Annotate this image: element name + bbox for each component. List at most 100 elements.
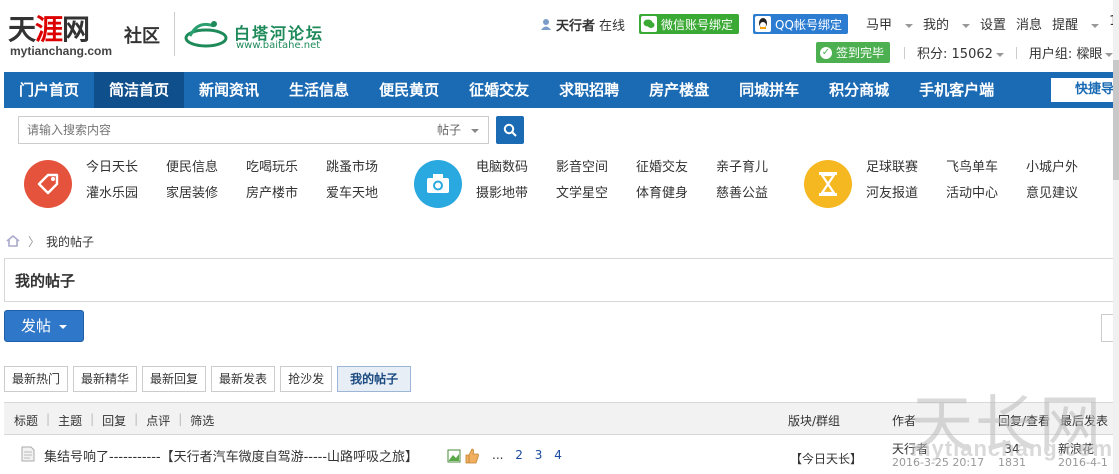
category-link[interactable]: 灌水乐园 xyxy=(86,184,166,204)
thread-title-link[interactable]: 集结号响了-----------【天行者汽车微度自驾游-----山路呼吸之旅】 xyxy=(44,446,418,465)
search-bar: 帖子 xyxy=(0,108,1119,152)
top-menu-label: 我的 xyxy=(923,18,950,33)
header-filter-reply[interactable]: 回复 xyxy=(102,412,126,429)
category-link[interactable]: 电脑数码 xyxy=(476,158,556,178)
hourglass-icon xyxy=(804,160,852,208)
page-title-box: 我的帖子 xyxy=(4,258,1119,302)
category-link[interactable]: 吃喝玩乐 xyxy=(246,158,326,178)
nav-item-dating[interactable]: 征婚交友 xyxy=(454,72,544,108)
author-link[interactable]: 天行者 xyxy=(892,442,984,456)
wechat-bind-button[interactable]: 微信账号绑定 xyxy=(639,14,740,34)
tab-latest-reply[interactable]: 最新回复 xyxy=(142,366,207,392)
nav-item-life[interactable]: 生活信息 xyxy=(274,72,364,108)
search-type-label: 帖子 xyxy=(437,123,462,137)
search-type-select[interactable]: 帖子 xyxy=(427,116,489,144)
points-label: 积分: 15062 xyxy=(917,47,993,62)
tab-my-posts[interactable]: 我的帖子 xyxy=(337,366,412,392)
chevron-down-icon xyxy=(962,23,971,28)
online-status: 在线 xyxy=(599,18,626,34)
category-link[interactable]: 家居装修 xyxy=(166,184,246,204)
top-menu-mine[interactable]: 我的 xyxy=(923,14,971,33)
chevron-down-icon xyxy=(471,128,480,133)
nav-item-news[interactable]: 新闻资讯 xyxy=(184,72,274,108)
wechat-bind-label: 微信账号绑定 xyxy=(661,17,734,32)
divider: | xyxy=(46,412,51,426)
page-link[interactable]: 3 xyxy=(535,448,543,462)
page-link[interactable]: 4 xyxy=(554,448,562,462)
site-logo[interactable]: 天涯网 社区 mytianchang.com xyxy=(8,8,168,60)
thread-author: 天行者 2016-3-25 20:17 xyxy=(892,442,984,470)
category-link[interactable]: 摄影地带 xyxy=(476,184,556,204)
category-link[interactable]: 慈善公益 xyxy=(716,184,796,204)
forum-logo[interactable]: 白塔河论坛 www.baitahe.net xyxy=(184,14,334,58)
usergroup-link[interactable]: 用户组: 樑眼 xyxy=(1029,43,1114,62)
category-link[interactable]: 小城户外 xyxy=(1026,158,1106,178)
home-icon[interactable] xyxy=(6,235,20,247)
header-filter[interactable]: 筛选 xyxy=(190,412,214,429)
nav-item-simple-home[interactable]: 简洁首页 xyxy=(94,72,185,108)
category-link[interactable]: 活动中心 xyxy=(946,184,1026,204)
nav-item-carpool[interactable]: 同城拼车 xyxy=(724,72,814,108)
nav-item-mall[interactable]: 积分商城 xyxy=(814,72,904,108)
category-link[interactable]: 亲子育儿 xyxy=(716,158,796,178)
top-menu-settings[interactable]: 设置 xyxy=(980,14,1006,33)
page-link[interactable]: 2 xyxy=(515,448,523,462)
qq-bind-button[interactable]: QQ帐号绑定 xyxy=(753,14,848,34)
category-link[interactable]: 影音空间 xyxy=(556,158,636,178)
search-input[interactable] xyxy=(18,116,428,144)
chevron-down-icon xyxy=(1091,23,1100,28)
points-link[interactable]: 积分: 15062 xyxy=(917,43,1004,62)
breadcrumb: 〉 我的帖子 xyxy=(0,230,1119,252)
filter-tabs: 最新热门 最新精华 最新回复 最新发表 抢沙发 我的帖子 xyxy=(4,366,416,392)
nav-item-mobile[interactable]: 手机客户端 xyxy=(904,72,1009,108)
category-link[interactable]: 河友报道 xyxy=(866,184,946,204)
category-links: 今日天长 便民信息 吃喝玩乐 跳蚤市场 灌水乐园 家居装修 房产楼市 爱车天地 xyxy=(86,158,406,204)
header-filter-topic[interactable]: 主题 xyxy=(58,412,82,429)
scrollbar[interactable] xyxy=(1113,0,1119,474)
category-links: 电脑数码 影音空间 征婚交友 亲子育儿 摄影地带 文学星空 体育健身 慈善公益 xyxy=(476,158,796,204)
user-icon xyxy=(541,19,551,30)
site-header: 天涯网 社区 mytianchang.com 白塔河论坛 www.baitahe… xyxy=(0,0,1119,72)
last-post-date: 2016-4-1 xyxy=(1058,456,1108,469)
qq-bind-label: QQ帐号绑定 xyxy=(775,17,842,32)
table-row: 集结号响了-----------【天行者汽车微度自驾游-----山路呼吸之旅】 … xyxy=(4,436,1119,474)
tab-latest-digest[interactable]: 最新精华 xyxy=(73,366,138,392)
tab-latest-posted[interactable]: 最新发表 xyxy=(211,366,276,392)
category-link[interactable]: 跳蚤市场 xyxy=(326,158,406,178)
header-forum: 版块/群组 xyxy=(788,414,841,428)
category-link[interactable]: 今日天长 xyxy=(86,158,166,178)
camera-icon xyxy=(414,160,462,208)
forum-logo-url: www.baitahe.net xyxy=(236,40,321,51)
quick-nav-button[interactable]: 快捷导 xyxy=(1051,78,1119,102)
nav-item-yellowpages[interactable]: 便民黄页 xyxy=(364,72,454,108)
category-link[interactable]: 飞鸟单车 xyxy=(946,158,1026,178)
search-button[interactable] xyxy=(496,116,524,144)
category-link[interactable]: 便民信息 xyxy=(166,158,246,178)
username-link[interactable]: 天行者 xyxy=(556,15,595,34)
category-link[interactable]: 征婚交友 xyxy=(636,158,716,178)
nav-item-portal[interactable]: 门户首页 xyxy=(4,72,94,108)
header-title: 标题 xyxy=(14,414,39,428)
thread-forum-link[interactable]: 【今日天长】 xyxy=(790,450,862,467)
new-post-button[interactable]: 发帖 xyxy=(4,310,84,342)
scrollbar-thumb[interactable] xyxy=(1113,60,1119,180)
category-link[interactable]: 房产楼市 xyxy=(246,184,326,204)
top-menu-messages[interactable]: 消息 xyxy=(1016,14,1042,33)
tab-sofa[interactable]: 抢沙发 xyxy=(280,366,333,392)
category-link[interactable]: 足球联赛 xyxy=(866,158,946,178)
category-link[interactable]: 体育健身 xyxy=(636,184,716,204)
header-last-post: 最后发表 xyxy=(1060,414,1109,428)
breadcrumb-current[interactable]: 我的帖子 xyxy=(46,233,94,250)
category-link[interactable]: 文学星空 xyxy=(556,184,636,204)
signed-badge[interactable]: ✓ 签到完毕 xyxy=(816,42,891,63)
category-link[interactable]: 爱车天地 xyxy=(326,184,406,204)
tab-latest-hot[interactable]: 最新热门 xyxy=(4,366,69,392)
category-link[interactable]: 意见建议 xyxy=(1026,184,1106,204)
top-menu-majia[interactable]: 马甲 xyxy=(866,14,914,33)
last-author-link[interactable]: 新浪花 xyxy=(1058,442,1108,456)
forum-logo-mark-icon xyxy=(184,21,228,48)
header-filter-comment[interactable]: 点评 xyxy=(146,412,170,429)
nav-item-realestate[interactable]: 房产楼盘 xyxy=(634,72,724,108)
top-menu-reminders[interactable]: 提醒 xyxy=(1052,14,1100,33)
nav-item-jobs[interactable]: 求职招聘 xyxy=(544,72,634,108)
